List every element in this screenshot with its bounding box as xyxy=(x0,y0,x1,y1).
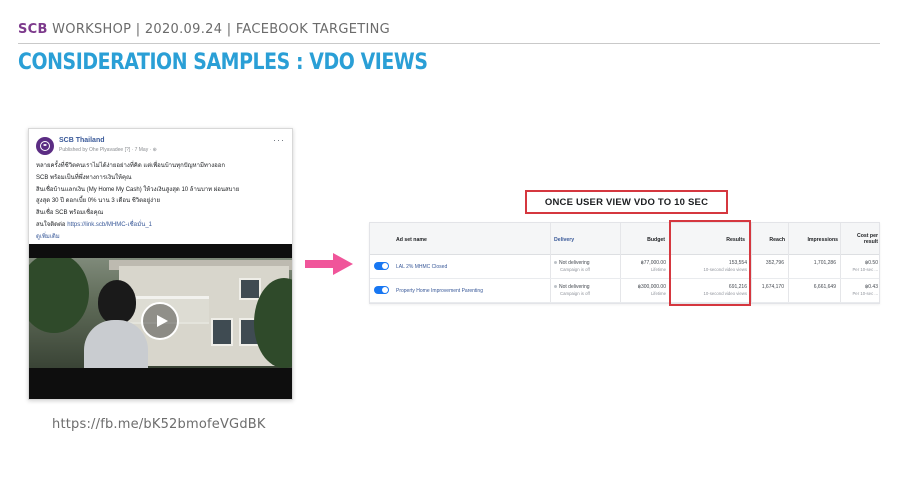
brand-label: SCB xyxy=(18,22,48,37)
arrow-right-icon xyxy=(305,253,353,275)
cost-sub: Per 10-sec ... xyxy=(852,267,878,272)
ad-set-name-link[interactable]: Property Home Improvement Parenting xyxy=(396,288,483,294)
link-label: สนใจติดต่อ xyxy=(36,221,66,228)
post-line: SCB พร้อมเป็นที่พึ่งทางการเงินให้คุณ xyxy=(36,174,132,181)
see-more-link[interactable]: ดูเพิ่มเติม xyxy=(36,233,286,242)
ad-set-toggle[interactable] xyxy=(374,262,389,270)
delivery-status: Not delivering xyxy=(554,260,590,266)
post-link-line: สนใจติดต่อ https://link.scb/MHMC-เชื่อมั… xyxy=(36,221,286,230)
cost-sub: Per 10-sec ... xyxy=(852,291,878,296)
post-line: สินเชื่อบ้านแลกเงิน (My Home My Cash) ให… xyxy=(36,186,240,193)
results-highlight-box xyxy=(669,220,751,306)
delivery-sub: Campaign is off xyxy=(560,291,590,296)
play-icon xyxy=(156,315,168,327)
cost-value: ฿0.43 xyxy=(865,284,878,290)
col-reach[interactable]: Reach xyxy=(755,237,785,243)
person-body xyxy=(84,320,148,368)
budget-value: ฿77,000.00 xyxy=(640,260,666,266)
delivery-status: Not delivering xyxy=(554,284,590,290)
cost-value: ฿0.50 xyxy=(865,260,878,266)
scb-logo-icon xyxy=(40,141,50,151)
page-avatar[interactable] xyxy=(36,137,54,155)
col-delivery-label: Delivery xyxy=(554,237,575,243)
thumbnail-tree xyxy=(29,258,89,333)
header-subtitle: WORKSHOP | 2020.09.24 | FACEBOOK TARGETI… xyxy=(47,22,390,37)
delivery-status-label: Not delivering xyxy=(559,284,590,290)
post-url-caption: https://fb.me/bK52bmofeVGdBK xyxy=(52,417,266,432)
post-meta: Published by Ohe Plyavadee [?] · 7 May ·… xyxy=(59,147,157,153)
table-row[interactable]: LAL 2% MHMC Closed Not delivering Campai… xyxy=(370,255,879,279)
thumbnail-window xyxy=(239,278,261,300)
play-button[interactable] xyxy=(141,302,179,340)
slide-header: SCB WORKSHOP | 2020.09.24 | FACEBOOK TAR… xyxy=(18,22,390,37)
status-dot-icon xyxy=(554,285,557,289)
status-dot-icon xyxy=(554,261,557,265)
more-options-icon[interactable]: ··· xyxy=(273,135,285,145)
impressions-value: 6,661,649 xyxy=(813,284,836,290)
post-line: หลายครั้งที่ชีวิตคนเราไม่ได้ง่ายอย่างที่… xyxy=(36,163,226,169)
facebook-post-card: SCB Thailand Published by Ohe Plyavadee … xyxy=(28,128,293,400)
post-line: สูงสุด 30 ปี ดอกเบี้ย 0% นาน 3 เดือน ชีว… xyxy=(36,198,160,205)
budget-sub: Lifetime xyxy=(650,291,666,296)
slide-title: CONSIDERATION SAMPLES : VDO VIEWS xyxy=(18,50,428,75)
delivery-status-label: Not delivering xyxy=(559,260,590,266)
video-player[interactable] xyxy=(29,244,292,399)
header-divider xyxy=(18,43,880,44)
thumbnail-window xyxy=(211,318,233,346)
col-cost-per-result[interactable]: Cost per result xyxy=(848,233,878,245)
page-name-link[interactable]: SCB Thailand xyxy=(59,137,105,144)
annotation-callout: ONCE USER VIEW VDO TO 10 SEC xyxy=(525,190,728,214)
reach-value: 1,674,170 xyxy=(761,284,784,290)
person-head xyxy=(98,280,136,324)
reach-value: 352,796 xyxy=(765,260,784,266)
post-link[interactable]: https://link.scb/MHMC-เชื่อมั่น_1 xyxy=(67,222,152,228)
ad-set-name-link[interactable]: LAL 2% MHMC Closed xyxy=(396,264,447,270)
ad-set-toggle[interactable] xyxy=(374,286,389,294)
budget-sub: Lifetime xyxy=(650,267,666,272)
col-delivery[interactable]: Delivery xyxy=(554,237,574,243)
table-header: Ad set name Delivery Budget Results Reac… xyxy=(370,223,879,255)
col-impressions[interactable]: Impressions xyxy=(788,237,838,243)
col-ad-set-name[interactable]: Ad set name xyxy=(396,237,427,243)
budget-value: ฿300,000.00 xyxy=(637,284,666,290)
post-line: สินเชื่อ SCB พร้อมเชื่อคุณ xyxy=(36,210,104,217)
post-text: หลายครั้งที่ชีวิตคนเราไม่ได้ง่ายอย่างที่… xyxy=(36,162,286,245)
ad-sets-table: Ad set name Delivery Budget Results Reac… xyxy=(369,222,880,304)
table-row[interactable]: Property Home Improvement Parenting Not … xyxy=(370,279,879,303)
thumbnail-person xyxy=(84,280,148,368)
col-budget[interactable]: Budget xyxy=(625,237,665,243)
impressions-value: 1,701,286 xyxy=(813,260,836,266)
delivery-sub: Campaign is off xyxy=(560,267,590,272)
